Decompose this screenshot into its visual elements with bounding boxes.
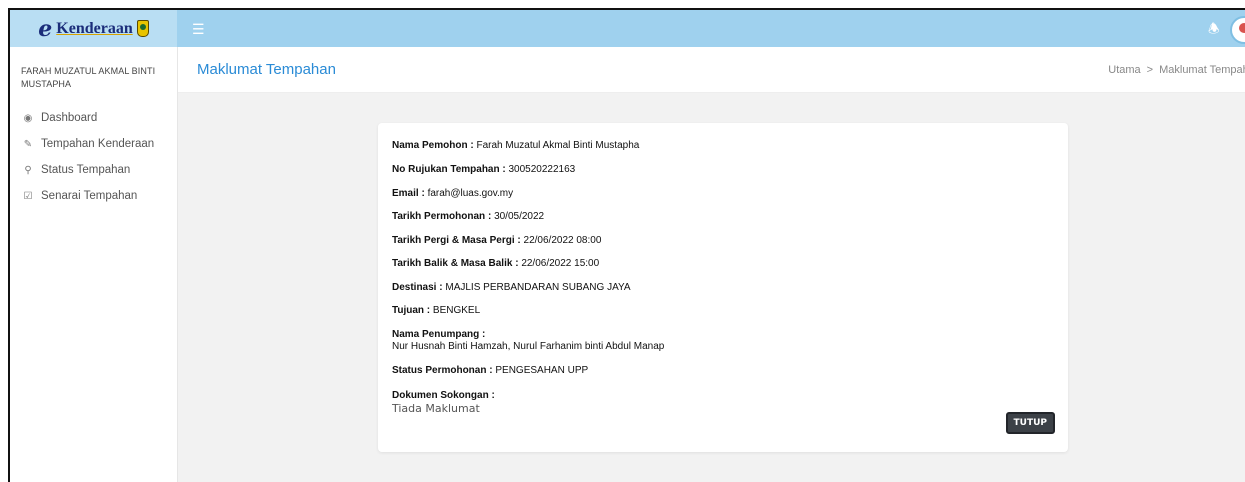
avatar[interactable]: [1230, 16, 1245, 44]
breadcrumb-home-link[interactable]: Utama: [1108, 64, 1140, 76]
bell-icon[interactable]: 🕭: [1208, 20, 1220, 42]
page-title: Maklumat Tempahan: [197, 61, 336, 78]
field-label: Dokumen Sokongan :: [392, 390, 495, 401]
field-tarikh-balik: Tarikh Balik & Masa Balik : 22/06/2022 1…: [392, 258, 599, 269]
field-value: Tiada Maklumat: [392, 402, 480, 415]
field-label: Email :: [392, 188, 425, 199]
field-value: 30/05/2022: [494, 211, 545, 222]
field-label: Tarikh Pergi & Masa Pergi :: [392, 235, 521, 246]
field-label: Nama Penumpang :: [392, 329, 486, 340]
field-tarikh-pergi: Tarikh Pergi & Masa Pergi : 22/06/2022 0…: [392, 235, 601, 246]
field-label: Status Permohonan :: [392, 365, 493, 376]
sidebar-item-label: Dashboard: [41, 112, 98, 124]
sidebar-item-dashboard[interactable]: ◉ Dashboard: [10, 105, 177, 131]
field-nama-pemohon: Nama Pemohon : Farah Muzatul Akmal Binti…: [392, 140, 639, 151]
field-value: 300520222163: [508, 164, 576, 175]
field-value: 22/06/2022 08:00: [523, 235, 602, 246]
hamburger-menu-icon[interactable]: ☰: [192, 21, 205, 38]
search-icon: ⚲: [24, 164, 32, 176]
app-logo[interactable]: e Kenderaan: [10, 10, 177, 47]
field-value: Nur Husnah Binti Hamzah, Nurul Farhanim …: [392, 341, 665, 352]
field-value: 22/06/2022 15:00: [521, 258, 600, 269]
field-status-permohonan: Status Permohonan : PENGESAHAN UPP: [392, 365, 588, 376]
field-label: Tarikh Permohonan :: [392, 211, 492, 222]
field-value: MAJLIS PERBANDARAN SUBANG JAYA: [445, 282, 631, 293]
field-value: farah@luas.gov.my: [427, 188, 514, 199]
field-value: Farah Muzatul Akmal Binti Mustapha: [476, 140, 640, 151]
field-no-rujukan: No Rujukan Tempahan : 300520222163: [392, 164, 575, 175]
sidebar-item-tempahan-kenderaan[interactable]: ✎ Tempahan Kenderaan: [10, 131, 177, 157]
edit-icon: ✎: [23, 138, 33, 150]
field-value: PENGESAHAN UPP: [495, 365, 589, 376]
breadcrumb: Utama > Maklumat Tempahan: [1108, 64, 1245, 76]
field-label: Tarikh Balik & Masa Balik :: [392, 258, 519, 269]
field-label: Destinasi :: [392, 282, 443, 293]
app-frame: e Kenderaan ☰ 🕭 FARAH MUZATUL AKMAL BINT…: [8, 8, 1245, 482]
field-label: Tujuan :: [392, 305, 431, 316]
field-email: Email : farah@luas.gov.my: [392, 188, 513, 199]
top-bar: e Kenderaan ☰ 🕭: [10, 10, 1245, 47]
sidebar-item-label: Tempahan Kenderaan: [41, 138, 155, 150]
field-tarikh-permohonan: Tarikh Permohonan : 30/05/2022: [392, 211, 544, 222]
sidebar-user-name: FARAH MUZATUL AKMAL BINTI MUSTAPHA: [21, 66, 156, 89]
field-label: Nama Pemohon :: [392, 140, 474, 151]
sidebar-item-label: Senarai Tempahan: [41, 190, 138, 202]
logo-e-mark: e: [38, 15, 53, 42]
sidebar-item-status-tempahan[interactable]: ⚲ Status Tempahan: [10, 157, 177, 183]
field-destinasi: Destinasi : MAJLIS PERBANDARAN SUBANG JA…: [392, 282, 631, 293]
page-header: Maklumat Tempahan Utama > Maklumat Tempaha…: [178, 47, 1245, 93]
field-label: No Rujukan Tempahan :: [392, 164, 506, 175]
main-content: Nama Pemohon : Farah Muzatul Akmal Binti…: [178, 93, 1245, 482]
checkbox-icon: ☑: [23, 190, 33, 202]
breadcrumb-separator-icon: >: [1146, 64, 1154, 76]
logo-text: Kenderaan: [56, 19, 133, 37]
crest-icon: [136, 20, 149, 37]
booking-detail-card: Nama Pemohon : Farah Muzatul Akmal Binti…: [378, 123, 1068, 452]
field-nama-penumpang: Nama Penumpang : Nur Husnah Binti Hamzah…: [392, 329, 664, 352]
sidebar: FARAH MUZATUL AKMAL BINTI MUSTAPHA ◉ Das…: [10, 47, 178, 482]
field-value: BENGKEL: [432, 305, 481, 316]
sidebar-item-senarai-tempahan[interactable]: ☑ Senarai Tempahan: [10, 183, 177, 209]
field-dokumen-sokongan: Dokumen Sokongan : Tiada Maklumat: [392, 390, 495, 415]
field-tujuan: Tujuan : BENGKEL: [392, 305, 480, 316]
close-button[interactable]: TUTUP: [1005, 412, 1055, 434]
sidebar-menu: ◉ Dashboard ✎ Tempahan Kenderaan ⚲ Statu…: [10, 105, 177, 209]
dashboard-icon: ◉: [23, 112, 33, 124]
sidebar-item-label: Status Tempahan: [41, 164, 131, 176]
breadcrumb-current: Maklumat Tempahan: [1159, 64, 1245, 76]
